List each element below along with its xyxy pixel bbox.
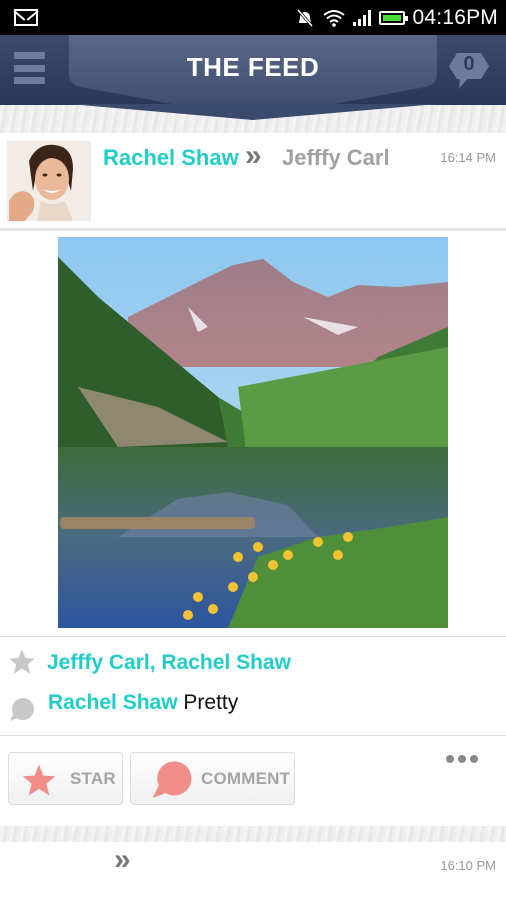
- comment-button[interactable]: COMMENT: [130, 752, 295, 805]
- divider: [0, 228, 506, 231]
- page-title: THE FEED: [186, 52, 320, 82]
- post-header: » 16:10 PM: [0, 842, 506, 900]
- comment-item: Rachel Shaw Pretty: [48, 691, 238, 715]
- comment-text: Pretty: [183, 691, 239, 714]
- starred-by-list[interactable]: Jefffy Carl, Rachel Shaw: [47, 651, 291, 675]
- star-button-label: STAR: [70, 769, 116, 788]
- battery-icon: [378, 10, 408, 25]
- comment-button-label: COMMENT: [201, 769, 291, 788]
- comment-bubble-icon: [10, 698, 34, 721]
- post-recipient[interactable]: Jefffy Carl: [282, 145, 390, 171]
- star-icon: [22, 764, 56, 796]
- post-timestamp: 16:10 PM: [440, 858, 496, 873]
- comment-bubble-icon: [152, 761, 192, 798]
- status-bar: 04:16PM: [0, 0, 506, 35]
- more-options-icon[interactable]: [446, 755, 478, 765]
- hamburger-menu-icon[interactable]: [14, 52, 45, 84]
- status-icons: 04:16PM: [295, 0, 498, 35]
- divider: [0, 735, 506, 736]
- post-author[interactable]: Rachel Shaw: [103, 145, 239, 171]
- signal-icon: [352, 9, 371, 26]
- star-icon: [9, 649, 35, 674]
- comment-author[interactable]: Rachel Shaw: [48, 691, 178, 714]
- title-tab-point: [69, 104, 437, 120]
- double-chevron-right-icon: »: [114, 843, 131, 876]
- post-photo[interactable]: [58, 237, 448, 628]
- post-timestamp: 16:14 PM: [440, 150, 496, 165]
- wifi-icon: [322, 9, 345, 27]
- status-time: 04:16PM: [412, 5, 498, 29]
- gmail-icon: [14, 9, 38, 26]
- feed-separator: [0, 826, 506, 842]
- notification-count[interactable]: 0: [447, 53, 491, 76]
- author-avatar[interactable]: [7, 141, 91, 221]
- star-button[interactable]: STAR: [8, 752, 123, 805]
- post-header: Rachel Shaw » Jefffy Carl 16:14 PM: [0, 133, 506, 228]
- divider: [0, 636, 506, 637]
- double-chevron-right-icon: »: [245, 139, 262, 172]
- mute-icon: [296, 8, 313, 27]
